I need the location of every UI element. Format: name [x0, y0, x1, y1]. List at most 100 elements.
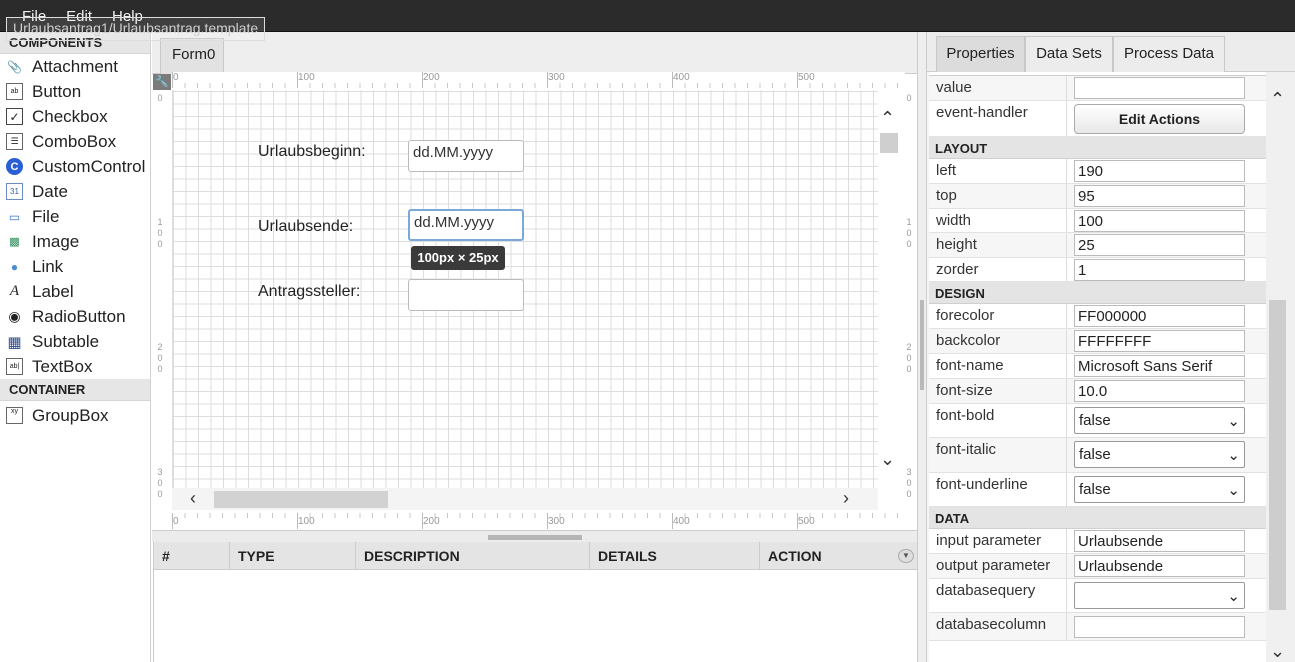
component-customcontrol[interactable]: C CustomControl: [0, 154, 150, 179]
ruler-label: 0: [906, 489, 912, 499]
component-combobox[interactable]: ☰ ComboBox: [0, 129, 150, 154]
property-row: databasequery ⌄: [929, 579, 1266, 613]
component-attachment[interactable]: 📎 Attachment: [0, 54, 150, 79]
date-field-urlaubsende[interactable]: dd.MM.yyyy: [408, 209, 524, 241]
splitter-grip[interactable]: [920, 300, 924, 390]
field-label-antragssteller[interactable]: Antragssteller:: [258, 283, 360, 301]
component-file[interactable]: ▭ File: [0, 204, 150, 229]
top-input[interactable]: [1074, 185, 1245, 207]
component-groupbox[interactable]: xy GroupBox: [0, 403, 150, 428]
text-field-antragssteller[interactable]: [408, 279, 524, 311]
font-size-input[interactable]: [1074, 380, 1245, 402]
component-subtable[interactable]: ▦ Subtable: [0, 329, 150, 354]
component-link[interactable]: ● Link: [0, 254, 150, 279]
databasequery-select[interactable]: ⌄: [1074, 582, 1245, 609]
ruler-label: 0: [173, 516, 179, 527]
select-value: false: [1079, 412, 1111, 429]
width-input[interactable]: [1074, 210, 1245, 232]
font-name-input[interactable]: [1074, 355, 1245, 377]
zorder-input[interactable]: [1074, 259, 1245, 281]
property-name: top: [929, 184, 1067, 208]
horizontal-splitter[interactable]: [152, 530, 917, 542]
component-button[interactable]: ab Button: [0, 79, 150, 104]
component-date[interactable]: 31 Date: [0, 179, 150, 204]
column-type[interactable]: TYPE: [230, 542, 356, 569]
radio-icon: ◉: [8, 308, 21, 324]
ruler-label: 0: [157, 489, 163, 499]
column-description[interactable]: DESCRIPTION: [356, 542, 590, 569]
button-icon: ab: [6, 83, 23, 100]
output-parameter-input[interactable]: [1074, 555, 1245, 577]
form-tabs: Form0: [152, 32, 917, 74]
ruler-label: 0: [906, 93, 912, 103]
scroll-down-icon[interactable]: ⌄: [1270, 642, 1285, 660]
tab-properties[interactable]: Properties: [936, 36, 1025, 72]
ruler-label: 400: [673, 516, 690, 527]
ruler-label: 0: [906, 364, 912, 374]
font-bold-select[interactable]: false ⌄: [1074, 407, 1245, 434]
ruler-label: 0: [157, 364, 163, 374]
scroll-left-icon[interactable]: ‹: [190, 489, 196, 507]
ruler-label: 0: [906, 478, 912, 488]
scroll-thumb[interactable]: [1269, 300, 1286, 610]
component-label: Checkbox: [32, 106, 108, 126]
component-radiobutton[interactable]: ◉ RadioButton: [0, 304, 150, 329]
column-number[interactable]: #: [154, 542, 230, 569]
component-checkbox[interactable]: ✓ Checkbox: [0, 104, 150, 129]
tab-process-data[interactable]: Process Data: [1113, 36, 1225, 72]
chevron-down-icon[interactable]: ▼: [898, 549, 914, 563]
tab-data-sets[interactable]: Data Sets: [1025, 36, 1113, 72]
property-row: font-italic false ⌄: [929, 438, 1266, 473]
scroll-up-icon[interactable]: ⌃: [880, 109, 895, 127]
scroll-thumb[interactable]: [214, 491, 388, 508]
height-input[interactable]: [1074, 234, 1245, 256]
scroll-right-icon[interactable]: ›: [843, 489, 849, 507]
checkbox-icon: ✓: [6, 108, 23, 125]
canvas-vertical-scrollbar[interactable]: ⌃ ⌄: [878, 105, 900, 473]
field-label-urlaubsende[interactable]: Urlaubsende:: [258, 218, 353, 236]
edit-actions-button[interactable]: Edit Actions: [1074, 104, 1245, 134]
component-label: Date: [32, 181, 68, 201]
groupbox-icon: xy: [6, 407, 23, 424]
scroll-up-icon[interactable]: ⌃: [1270, 90, 1285, 108]
property-name: value: [929, 76, 1067, 100]
wrench-icon[interactable]: 🔧: [153, 74, 171, 91]
data-section-header: DATA: [929, 507, 1266, 529]
forecolor-input[interactable]: [1074, 305, 1245, 327]
left-input[interactable]: [1074, 160, 1245, 182]
scroll-down-icon[interactable]: ⌄: [880, 450, 895, 468]
component-label: TextBox: [32, 356, 93, 376]
component-textbox[interactable]: ab| TextBox: [0, 354, 150, 379]
ruler-label: 0: [906, 353, 912, 363]
canvas-horizontal-scrollbar[interactable]: ‹ ›: [172, 488, 878, 510]
ruler-label: 0: [906, 228, 912, 238]
value-input[interactable]: [1074, 77, 1245, 99]
databasecolumn-input[interactable]: [1074, 616, 1245, 638]
column-action[interactable]: ACTION ▼: [760, 542, 916, 569]
component-label[interactable]: A Label: [0, 279, 150, 304]
backcolor-input[interactable]: [1074, 330, 1245, 352]
date-field-urlaubsbeginn[interactable]: dd.MM.yyyy: [408, 140, 524, 172]
input-parameter-input[interactable]: [1074, 530, 1245, 552]
column-details[interactable]: DETAILS: [590, 542, 760, 569]
ruler-label: 100: [298, 72, 315, 83]
panel-tabs: Properties Data Sets Process Data: [927, 32, 1295, 72]
property-row: width: [929, 209, 1266, 233]
vertical-splitter[interactable]: [917, 32, 927, 662]
tab-form0[interactable]: Form0: [160, 38, 224, 74]
component-image[interactable]: ▩ Image: [0, 229, 150, 254]
select-value: false: [1079, 481, 1111, 498]
font-underline-select[interactable]: false ⌄: [1074, 476, 1245, 503]
field-label-urlaubsbeginn[interactable]: Urlaubsbeginn:: [258, 143, 366, 161]
ruler-label: 200: [423, 516, 440, 527]
properties-scrollbar[interactable]: ⌃ ⌄: [1266, 72, 1295, 662]
ruler-label: 0: [157, 239, 163, 249]
layout-section-header: LAYOUT: [929, 137, 1266, 159]
table-header: # TYPE DESCRIPTION DETAILS ACTION ▼: [154, 542, 917, 570]
splitter-grip[interactable]: [488, 535, 582, 540]
property-row: height: [929, 233, 1266, 258]
scroll-thumb[interactable]: [880, 133, 898, 153]
font-italic-select[interactable]: false ⌄: [1074, 441, 1245, 468]
table-icon: ▦: [7, 333, 22, 351]
property-row: font-name: [929, 354, 1266, 379]
